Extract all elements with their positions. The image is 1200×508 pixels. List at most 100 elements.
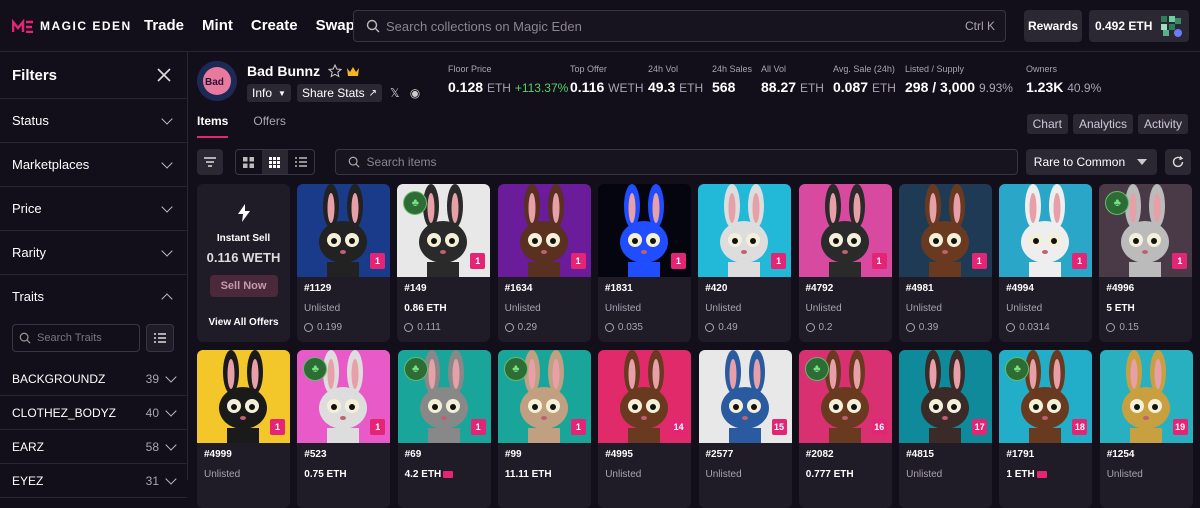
view-tabs: Chart Analytics Activity — [1022, 114, 1188, 134]
items-search-placeholder: Search items — [366, 155, 437, 169]
stat-percent: 40.9% — [1067, 81, 1102, 95]
trait-list-view-button[interactable] — [146, 324, 174, 352]
nav-mint[interactable]: Mint — [202, 17, 233, 34]
nft-card[interactable]: 14 #4995 Unlisted — [598, 350, 692, 508]
nft-offer-value: 0.15 — [1119, 322, 1139, 333]
trait-search-input[interactable]: Search Traits — [12, 324, 140, 352]
nft-price-text: 1 ETH — [1006, 469, 1035, 480]
nft-card[interactable]: ♣ 1 #4996 5 ETH 0.15 — [1099, 184, 1193, 342]
filter-toggle-button[interactable] — [197, 149, 223, 175]
nft-offer-value: 0.035 — [617, 322, 643, 333]
rarity-rank-badge: 1 — [370, 253, 385, 269]
nft-card[interactable]: 1 #1831 Unlisted 0.035 — [597, 184, 691, 342]
discord-icon[interactable]: ◉ — [410, 86, 420, 100]
collection-main: Bad Bad Bunnz Info ▼ Share Stats ↗ 𝕏 ◉ Flo… — [188, 52, 1200, 508]
filter-status[interactable]: Status — [0, 98, 187, 142]
nft-card[interactable]: 15 #2577 Unlisted — [698, 350, 792, 508]
offer-icon — [304, 323, 313, 332]
top-bar: MAGIC EDEN Trade Mint Create Swap Search… — [0, 0, 1200, 52]
nft-name: #2082 — [805, 449, 834, 460]
chevron-down-icon — [161, 244, 173, 257]
tab-analytics[interactable]: Analytics — [1072, 114, 1133, 134]
rewards-button[interactable]: Rewards — [1024, 10, 1082, 42]
svg-text:Bad: Bad — [205, 77, 224, 88]
nft-card[interactable]: ♣ 1 #149 0.86 ETH 0.111 — [397, 184, 491, 342]
nft-card[interactable]: 1 #1634 Unlisted 0.29 — [497, 184, 591, 342]
share-stats-button[interactable]: Share Stats ↗ — [296, 84, 383, 102]
rarity-rank-badge: 1 — [670, 253, 686, 269]
nft-card[interactable]: ♣ 18 #1791 1 ETH — [999, 350, 1093, 508]
tab-activity[interactable]: Activity — [1137, 114, 1188, 134]
filters-title: Filters — [12, 66, 58, 84]
sort-dropdown[interactable]: Rare to Common — [1025, 149, 1158, 175]
tab-offers[interactable]: Offers — [253, 114, 285, 138]
nft-price: 11.11 ETH — [505, 469, 552, 480]
nft-price-text: 0.75 ETH — [304, 469, 347, 480]
trait-clothez-bodyz[interactable]: CLOTHEZ_BODYZ 40 — [0, 396, 187, 430]
nft-card[interactable]: 1 #4981 Unlisted 0.39 — [898, 184, 992, 342]
trait-earz[interactable]: EARZ 58 — [0, 430, 187, 464]
stat-value: 88.27 — [761, 79, 797, 95]
trait-eyez[interactable]: EYEZ 31 — [0, 464, 187, 498]
items-search-input[interactable]: Search items — [334, 149, 1018, 175]
stat-label: 24h Sales — [712, 64, 753, 74]
nft-price: 0.777 ETH — [806, 469, 854, 480]
rarity-rank-badge: 1 — [370, 419, 386, 435]
trait-count: 39 — [145, 371, 159, 386]
grid-small-button[interactable] — [261, 150, 288, 174]
view-all-offers-link[interactable]: View All Offers — [197, 317, 290, 328]
nft-card[interactable]: ♣ 1 #523 0.75 ETH — [297, 350, 391, 508]
nft-card[interactable]: ♣ 16 #2082 0.777 ETH — [798, 350, 892, 508]
nav-trade[interactable]: Trade — [144, 17, 184, 34]
refresh-button[interactable] — [1165, 149, 1191, 175]
nft-card[interactable]: ♣ 1 #69 4.2 ETH — [397, 350, 491, 508]
wallet-button[interactable]: 0.492 ETH — [1089, 10, 1189, 42]
stat-value: 0.087 — [833, 79, 869, 95]
stat-value: 568 — [712, 79, 736, 95]
stat-change: +113.37% — [514, 81, 569, 95]
stat-value: 49.3 — [648, 79, 676, 95]
close-icon[interactable] — [157, 68, 171, 82]
x-twitter-icon[interactable]: 𝕏 — [390, 86, 400, 100]
filter-traits[interactable]: Traits — [0, 274, 187, 318]
nft-card[interactable]: 1 #420 Unlisted 0.49 — [698, 184, 792, 342]
trait-backgroundz[interactable]: BACKGROUNDZ 39 — [0, 362, 187, 396]
nft-price: Unlisted — [705, 303, 741, 314]
star-icon[interactable] — [328, 64, 343, 78]
offer-icon — [805, 323, 815, 332]
nft-card[interactable]: 1 #1129 Unlisted 0.199 — [297, 184, 390, 342]
nft-offer-value: 0.39 — [918, 322, 939, 333]
nft-card[interactable]: 1 #4999 Unlisted — [197, 350, 290, 508]
nft-price: Unlisted — [605, 469, 641, 480]
grid-large-button[interactable] — [236, 150, 262, 174]
nft-price-text: Unlisted — [604, 303, 642, 314]
nft-best-offer: 0.035 — [604, 322, 643, 333]
filters-sidebar: Filters Status Marketplaces Price Rarity… — [0, 52, 188, 498]
logo-mark-icon — [12, 18, 33, 33]
nft-best-offer: 0.2 — [805, 322, 832, 333]
nft-card[interactable]: ♣ 1 #99 11.11 ETH — [497, 350, 591, 508]
tab-chart[interactable]: Chart — [1026, 114, 1068, 134]
filter-marketplaces[interactable]: Marketplaces — [0, 142, 187, 186]
clover-badge-icon: ♣ — [804, 357, 829, 381]
tab-items[interactable]: Items — [197, 114, 229, 138]
nft-card[interactable]: 1 #4994 Unlisted 0.0314 — [999, 184, 1093, 342]
info-dropdown[interactable]: Info ▼ — [247, 84, 291, 102]
nav-swap[interactable]: Swap — [316, 17, 355, 34]
nft-card[interactable]: 19 #1254 Unlisted — [1099, 350, 1193, 508]
search-placeholder: Search collections on Magic Eden — [386, 18, 582, 34]
rarity-rank-badge: 1 — [1172, 253, 1188, 269]
refresh-icon — [1173, 156, 1184, 168]
nft-offer-value: 0.29 — [517, 322, 538, 333]
list-view-button[interactable] — [288, 150, 314, 174]
nav-create[interactable]: Create — [251, 17, 298, 34]
nft-card[interactable]: 1 #4792 Unlisted 0.2 — [798, 184, 892, 342]
filter-rarity[interactable]: Rarity — [0, 230, 187, 274]
sell-now-button[interactable]: Sell Now — [209, 275, 278, 297]
filter-price[interactable]: Price — [0, 186, 187, 230]
rarity-rank-badge: 14 — [671, 419, 687, 435]
collection-search-input[interactable]: Search collections on Magic Eden Ctrl K — [353, 10, 1006, 42]
nft-card[interactable]: 17 #4815 Unlisted — [899, 350, 993, 508]
nft-price-text: Unlisted — [605, 469, 642, 480]
magic-eden-logo[interactable]: MAGIC EDEN — [12, 18, 132, 33]
